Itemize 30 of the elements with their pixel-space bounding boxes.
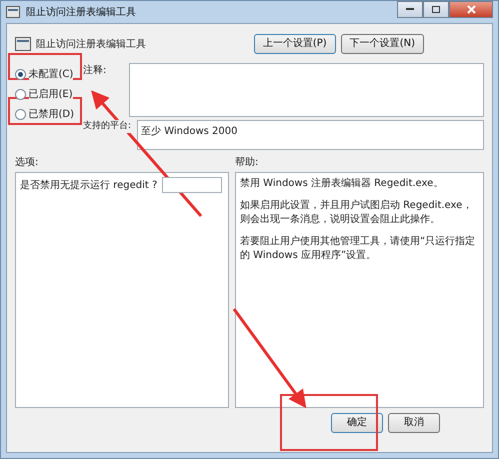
- help-text: 禁用 Windows 注册表编辑器 Regedit.exe。: [240, 177, 444, 191]
- window-title: 阻止访问注册表编辑工具: [26, 6, 136, 20]
- platform-value: 至少 Windows 2000: [141, 126, 238, 136]
- help-label: 帮助:: [235, 156, 260, 170]
- setting-title: 阻止访问注册表编辑工具: [36, 38, 146, 52]
- radio-button[interactable]: [15, 89, 26, 100]
- comment-field[interactable]: [129, 63, 484, 117]
- radio-label[interactable]: 未配置(C): [28, 67, 74, 82]
- close-icon: [466, 5, 476, 14]
- cancel-button[interactable]: 取消: [388, 413, 440, 433]
- maximize-icon: [432, 6, 440, 13]
- help-text: 如果启用此设置，并且用户试图启动 Regedit.exe，则会出现一条消息，说明设置会阻止此操作。: [240, 199, 474, 227]
- comment-label: 注释:: [83, 64, 108, 78]
- policy-icon: [15, 37, 31, 51]
- minimize-button[interactable]: [397, 1, 423, 18]
- close-button[interactable]: [449, 1, 493, 18]
- help-text: 若要阻止用户使用其他管理工具，请使用“只运行指定的 Windows 应用程序”设置。: [240, 235, 476, 263]
- radio-button[interactable]: [15, 69, 26, 80]
- platform-label: 支持的平台:: [83, 120, 132, 133]
- maximize-button[interactable]: [423, 1, 449, 18]
- dropdown-field[interactable]: [162, 177, 222, 193]
- options-label: 选项:: [15, 156, 40, 170]
- option-question: 是否禁用无提示运行 regedit ?: [20, 178, 158, 192]
- next-setting-button[interactable]: 下一个设置(N): [340, 34, 424, 54]
- radio-label[interactable]: 已启用(E): [28, 87, 73, 102]
- radio-button[interactable]: [15, 109, 26, 120]
- previous-setting-button[interactable]: 上一个设置(P): [254, 34, 336, 54]
- policy-icon: [6, 6, 20, 18]
- ok-button[interactable]: 确定: [331, 413, 383, 433]
- minimize-icon: [406, 8, 414, 11]
